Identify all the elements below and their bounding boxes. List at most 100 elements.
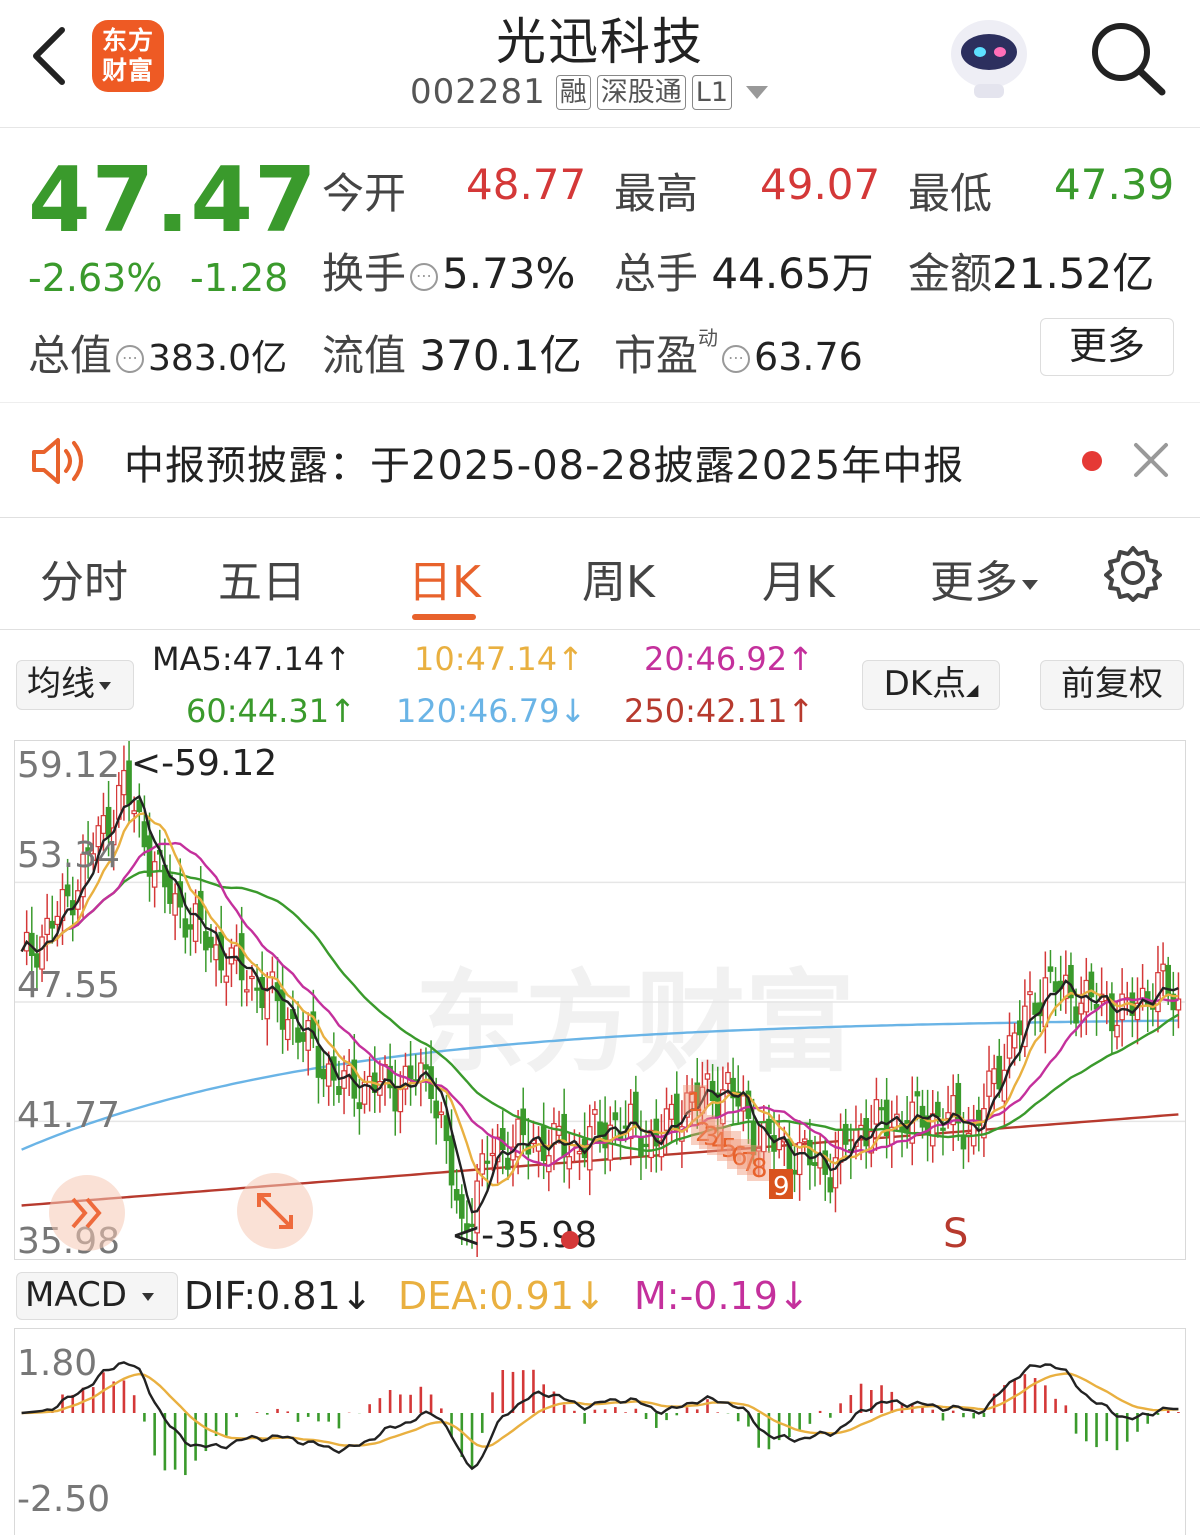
turnover-item[interactable]: 换手 ⋯ 5.73%	[322, 240, 575, 301]
high-label: 最高	[614, 169, 699, 218]
ma60-value: 60:44.31↑	[186, 692, 356, 730]
ma10-value: 10:47.14↑	[414, 640, 584, 678]
candle-body	[305, 1020, 312, 1051]
macd-dea-value: DEA:0.91↓	[398, 1274, 606, 1318]
chevron-down-icon	[99, 681, 111, 690]
candle-body	[827, 1177, 834, 1193]
change-amount: -1.28	[190, 256, 289, 300]
candle-body	[771, 1135, 777, 1152]
candle-body	[325, 1063, 332, 1087]
price-adjust-button[interactable]: 前复权	[1040, 660, 1184, 710]
candle-body	[633, 1091, 639, 1126]
y-axis-label: 41.77	[17, 1095, 121, 1136]
tab-five-day[interactable]: 五日	[218, 546, 306, 610]
candle-body	[643, 1143, 649, 1148]
expand-arrows-icon	[257, 1193, 293, 1229]
candle-body	[597, 1121, 603, 1137]
stock-subtitle[interactable]: 002281 融 深股通 L1	[410, 72, 769, 112]
info-icon[interactable]: ⋯	[410, 262, 439, 291]
more-quote-button[interactable]: 更多	[1040, 318, 1174, 376]
quote-panel: 47.47 -2.63% -1.28 今开 48.77 最高 49.07 最低 …	[0, 128, 1200, 400]
candle-body	[668, 1103, 675, 1120]
candle-body	[146, 835, 153, 877]
tab-more-label: 更多	[930, 557, 1018, 608]
tab-more[interactable]: 更多	[930, 546, 1038, 610]
candle-body	[812, 1162, 818, 1166]
candle-body	[725, 1071, 731, 1085]
candle-body	[612, 1112, 619, 1121]
change-percent: -2.63%	[28, 256, 163, 300]
tab-intraday[interactable]: 分时	[40, 546, 128, 610]
low-label: 最低	[908, 169, 993, 218]
candle-body	[663, 1108, 670, 1131]
candle-body	[407, 1065, 414, 1080]
robot-assistant-icon[interactable]	[944, 14, 1034, 100]
candle-body	[991, 1068, 997, 1085]
candle-body	[453, 1189, 460, 1201]
dk-point-button[interactable]: DK点◢	[862, 660, 1000, 710]
tab-daily-k[interactable]: 日K	[408, 546, 481, 610]
candle-body	[341, 1070, 347, 1089]
nine-turn-label: 8	[751, 1154, 768, 1184]
fullscreen-button[interactable]	[237, 1173, 313, 1249]
candle-body	[499, 1128, 506, 1150]
unread-dot	[1082, 451, 1102, 471]
candle-body	[842, 1123, 849, 1145]
open-label: 今开	[322, 169, 407, 218]
candle-body	[581, 1138, 588, 1159]
candle-body	[1160, 963, 1166, 972]
candle-body	[960, 1134, 967, 1150]
macd-mode-dropdown[interactable]: MACD	[16, 1272, 178, 1320]
pe-item[interactable]: 市盈动⋯ 63.76	[614, 322, 863, 383]
tab-weekly-k[interactable]: 周K	[582, 546, 655, 610]
chevron-down-icon[interactable]	[746, 85, 769, 99]
candle-body	[1052, 981, 1059, 993]
indicator-mode-dropdown[interactable]: 均线	[16, 660, 134, 710]
candle-body	[254, 987, 260, 991]
expand-left-button[interactable]	[49, 1175, 125, 1251]
candle-body	[64, 884, 71, 897]
candle-body	[182, 918, 189, 938]
info-icon[interactable]: ⋯	[722, 344, 751, 373]
macd-chart[interactable]: 1.80 -2.50	[14, 1328, 1186, 1535]
candle-body	[566, 1156, 573, 1170]
candle-body	[638, 1136, 644, 1157]
double-chevron-icon	[71, 1197, 102, 1229]
candle-body	[300, 1032, 306, 1042]
search-icon[interactable]	[1086, 18, 1168, 98]
pe-label: 市盈	[614, 331, 699, 380]
close-icon[interactable]	[1130, 439, 1172, 481]
gear-icon[interactable]	[1104, 544, 1162, 602]
info-icon[interactable]: ⋯	[116, 344, 145, 373]
last-price: 47.47	[28, 148, 318, 253]
candle-body	[197, 890, 204, 920]
notice-bar[interactable]: 中报预披露：于2025-08-28披露2025年中报	[0, 402, 1200, 518]
kline-canvas[interactable]: 东方财富 123456789	[15, 735, 1185, 1259]
candle-body	[551, 1123, 557, 1145]
float-cap-value: 370.1亿	[419, 331, 582, 380]
macd-dif-value: DIF:0.81↓	[184, 1274, 373, 1318]
candle-body	[1088, 971, 1095, 998]
kline-chart[interactable]: 东方财富 123456789 59.12 53.34 47.55 41.77 3…	[14, 735, 1186, 1262]
event-marker-dot[interactable]	[561, 1231, 579, 1249]
candle-body	[1011, 1032, 1018, 1049]
candle-body	[54, 915, 61, 926]
candle-body	[264, 987, 271, 1020]
nine-turn-label: 9	[773, 1172, 790, 1202]
market-cap-item[interactable]: 总值 ⋯ 383.0亿	[28, 322, 287, 383]
candle-body	[627, 1103, 634, 1140]
candle-body	[1078, 1002, 1084, 1015]
candle-body	[49, 920, 56, 929]
tab-monthly-k[interactable]: 月K	[762, 546, 835, 610]
ma250-value: 250:42.11↑	[624, 692, 815, 730]
macd-canvas[interactable]	[15, 1329, 1185, 1535]
candle-body	[929, 1113, 936, 1147]
candle-body	[167, 874, 173, 904]
notice-text[interactable]: 中报预披露：于2025-08-28披露2025年中报	[124, 433, 964, 491]
candle-body	[151, 861, 158, 888]
candle-body	[1006, 1035, 1013, 1059]
active-tab-indicator	[412, 614, 476, 620]
macd-y-label-top: 1.80	[17, 1343, 98, 1384]
candle-body	[320, 1068, 327, 1080]
dk-point-label: DK点	[883, 664, 967, 704]
